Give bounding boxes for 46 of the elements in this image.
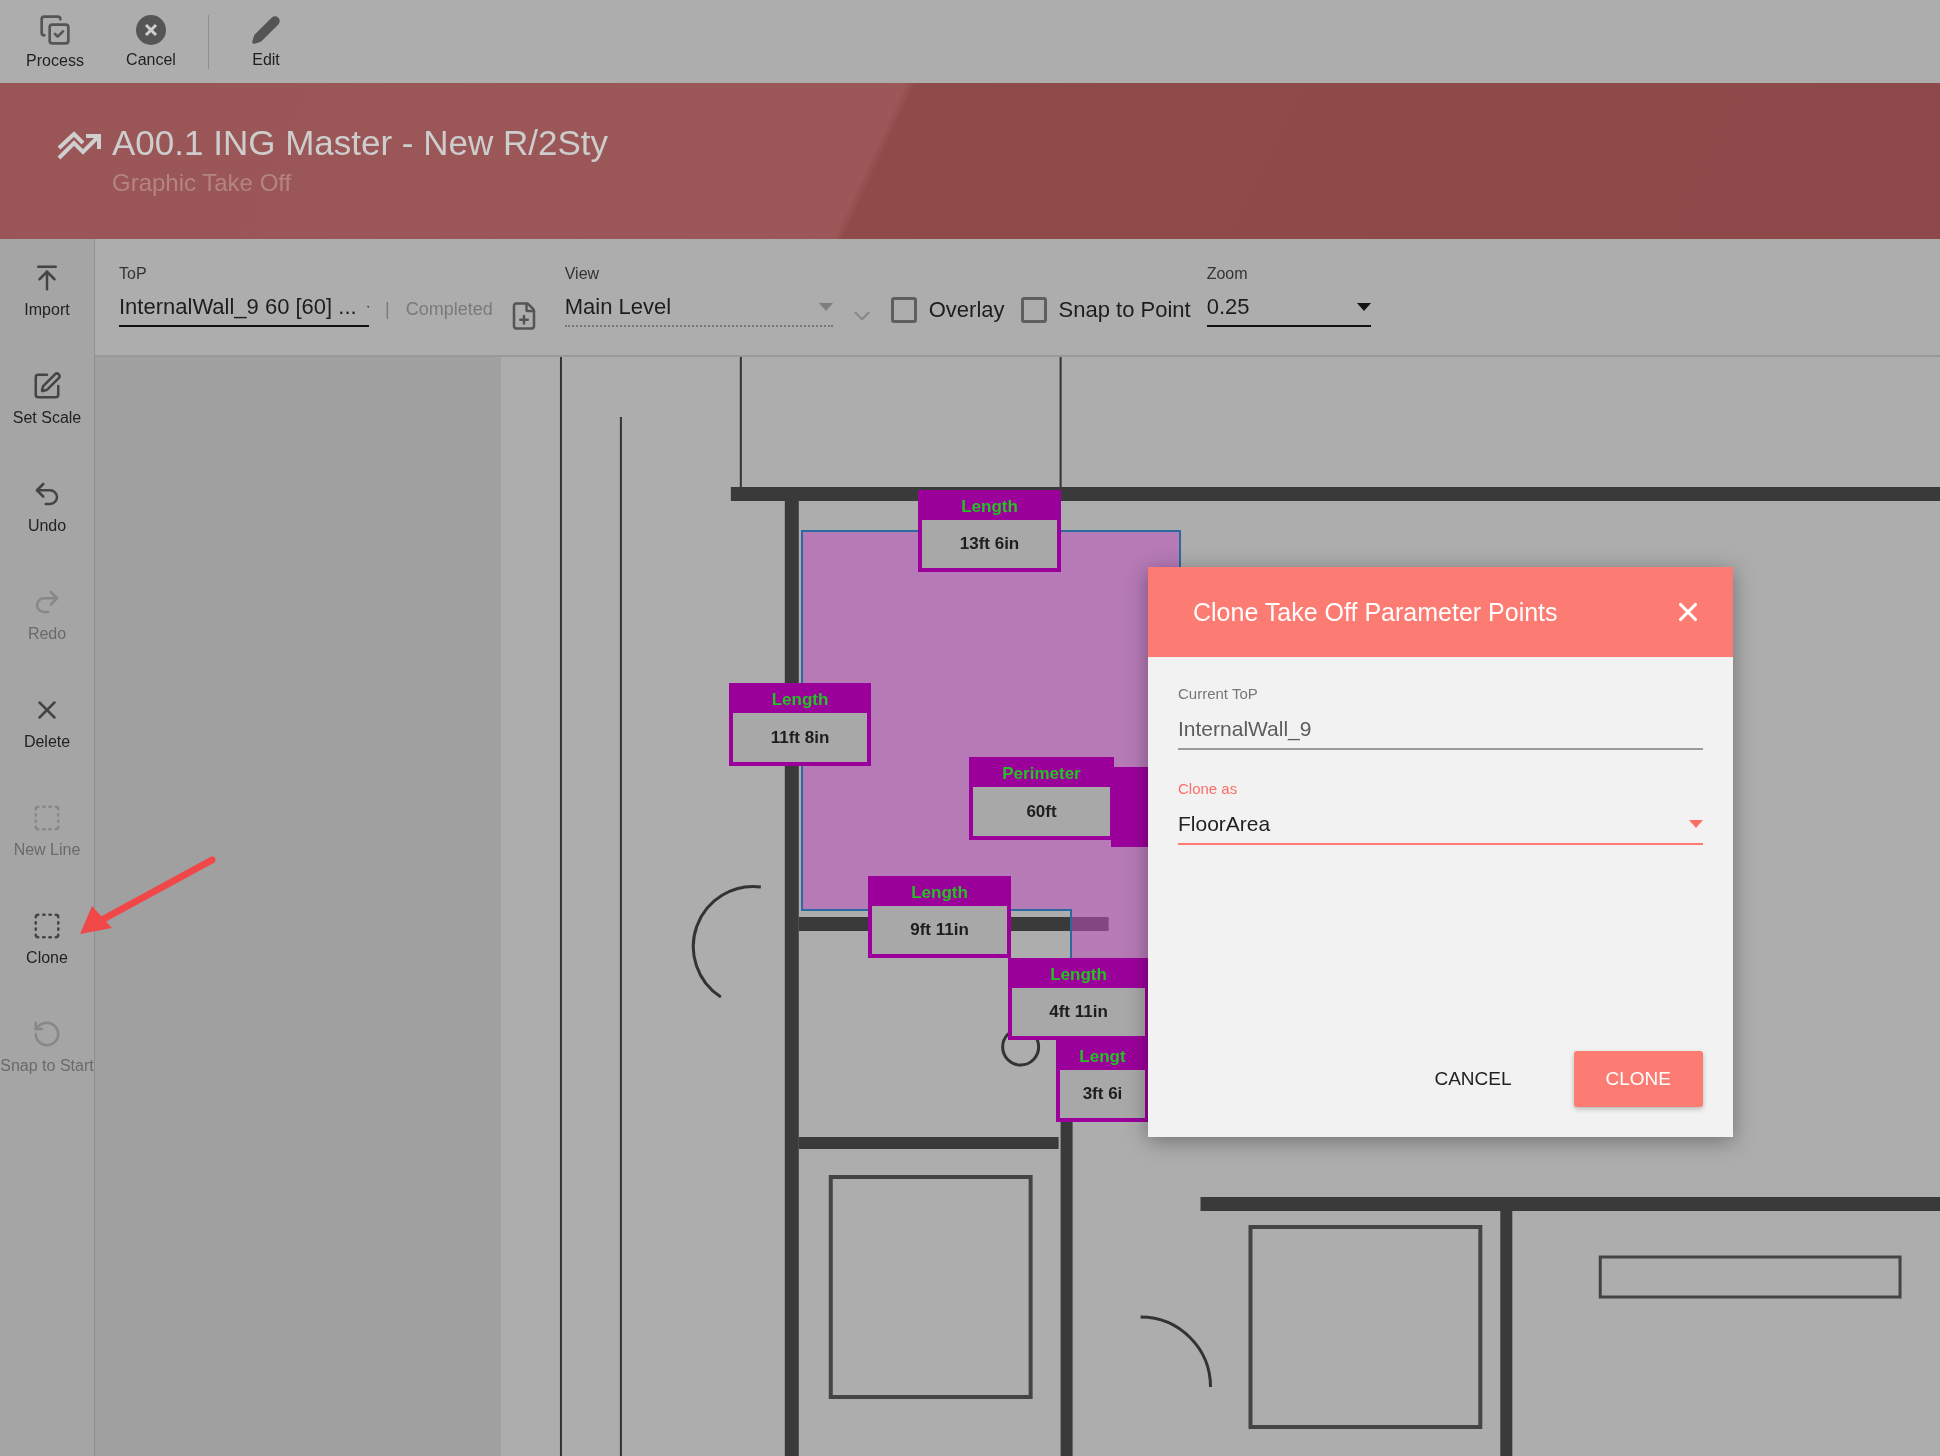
measurement-title: Length [770, 689, 830, 711]
measurement-value: 13ft 6in [922, 520, 1057, 568]
dashed-square-icon [32, 911, 62, 941]
measurement-value: 11ft 8in [733, 713, 867, 762]
checkbox[interactable] [1020, 297, 1047, 323]
measurement-value: 9ft 11in [872, 906, 1007, 954]
trend-icon [56, 131, 102, 161]
field-label: Current ToP [1178, 685, 1259, 702]
field-label: ToP [119, 265, 148, 283]
dashed-square-icon [32, 803, 62, 833]
field-label: Clone as [1178, 780, 1239, 797]
sidebar-button[interactable]: Set Scale [0, 371, 94, 479]
measurement-title: Length [1049, 964, 1108, 986]
measurement-title: Length [960, 496, 1019, 518]
cancel-button[interactable]: CANCEL [1402, 1051, 1544, 1107]
measurement-value: 60ft [973, 787, 1110, 836]
toolbar-button[interactable]: Edit [221, 14, 311, 69]
sidebar-button[interactable]: Undo [0, 479, 94, 587]
sidebar-button[interactable]: Clone [0, 911, 94, 1019]
checkbox-label: Snap to Point [1058, 297, 1191, 323]
field-label: Zoom [1206, 265, 1249, 283]
top-select[interactable]: InternalWall_9 60 [60] ... [119, 289, 369, 327]
close-circle-icon [136, 14, 166, 45]
input-field[interactable]: InternalWall_9 [1178, 710, 1703, 750]
checkbox-label: Overlay [928, 297, 1005, 323]
separator-text: | [385, 299, 390, 320]
checkbox[interactable] [890, 297, 917, 323]
toolbar-button[interactable]: Cancel [106, 14, 196, 69]
sidebar-button[interactable]: Delete [0, 695, 94, 803]
measurement-title: Length [910, 882, 969, 904]
measurement-title: Lengt [1078, 1046, 1127, 1068]
dialog-title: Clone Take Off Parameter Points [1193, 597, 1558, 627]
field-label: View [564, 265, 601, 283]
sidebar-button[interactable]: Import [0, 263, 94, 371]
edit-square-icon [32, 371, 62, 401]
select-field[interactable]: FloorArea [1178, 805, 1703, 845]
toolbar-button[interactable]: Process [10, 13, 100, 70]
measurement-value: 4ft 11in [1012, 988, 1145, 1036]
check-stack-icon [39, 13, 71, 46]
zoom-select[interactable]: 0.25 [1206, 289, 1371, 327]
pencil-icon [251, 14, 281, 45]
rotate-icon [32, 1019, 62, 1049]
measurement-value: 3ft 6i [1060, 1070, 1145, 1118]
view-select[interactable]: Main Level [564, 289, 833, 327]
page-title: A00.1 ING Master - New R/2Sty [112, 123, 608, 163]
measurement-title: Perimeter [1001, 763, 1082, 785]
